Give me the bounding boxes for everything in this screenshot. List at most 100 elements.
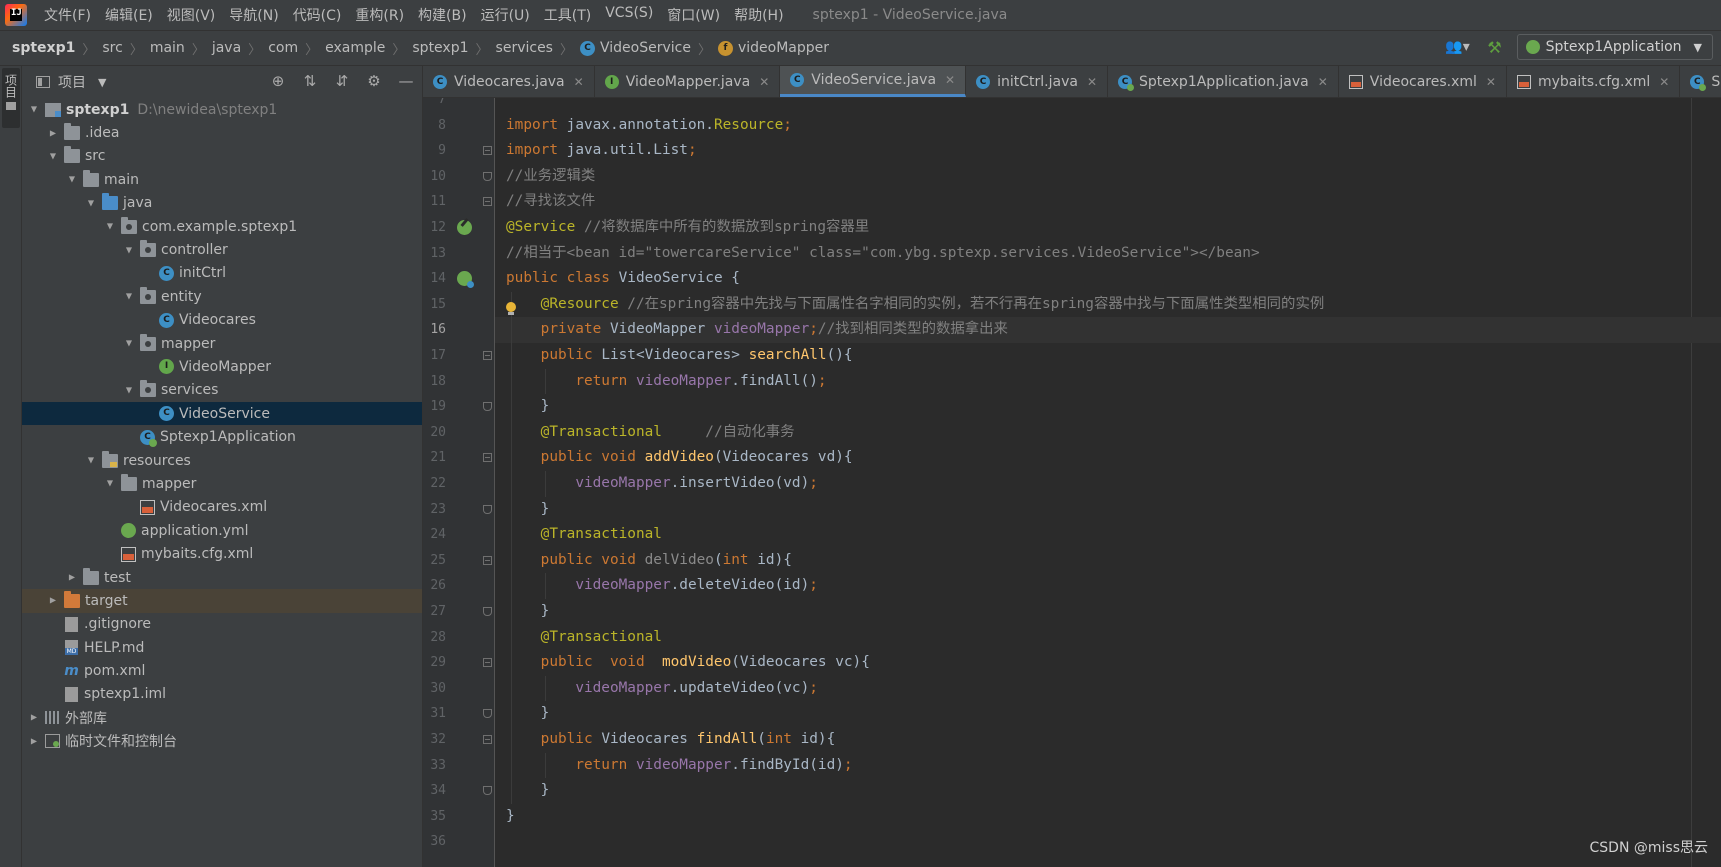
fold-marker-icon[interactable] [483,504,492,514]
menu-item[interactable]: 窗口(W) [660,5,727,25]
code-line[interactable] [495,98,1721,113]
menu-item[interactable]: 视图(V) [160,5,223,25]
spring-class-gutter-icon[interactable] [457,271,474,289]
code-line[interactable]: videoMapper.deleteVideo(id); [495,573,1721,599]
chevron-right-icon[interactable]: ▶ [28,737,41,746]
code-line[interactable]: public void modVideo(Videocares vc){ [495,650,1721,676]
tree-item[interactable]: ▼ entity [22,285,422,308]
code-line[interactable]: //相当于<bean id="towercareService" class="… [495,241,1721,267]
code-line[interactable]: videoMapper.insertVideo(vd); [495,471,1721,497]
tree-item[interactable]: mybaits.cfg.xml [22,542,422,565]
code-line[interactable]: } [495,599,1721,625]
menu-item[interactable]: 重构(R) [348,5,411,25]
breadcrumb-item[interactable]: services [496,40,553,56]
close-icon[interactable]: ✕ [1486,75,1496,89]
breadcrumb-item[interactable]: example [325,40,385,56]
tree-item[interactable]: Videocares [22,309,422,332]
breadcrumb-item[interactable]: java [212,40,241,56]
chevron-down-icon[interactable]: ▼ [98,76,106,89]
tree-item[interactable]: initCtrl [22,262,422,285]
close-icon[interactable]: ✕ [759,75,769,89]
code-line[interactable]: } [495,497,1721,523]
menu-item[interactable]: 文件(F) [37,5,98,25]
code-line[interactable]: private VideoMapper videoMapper;//找到相同类型… [495,317,1721,343]
editor-tab[interactable]: Videocares.java ✕ [423,66,595,97]
menu-item[interactable]: 帮助(H) [727,5,790,25]
user-account-icon[interactable]: 👥▾ [1443,34,1473,60]
code-line[interactable]: return videoMapper.findAll(); [495,369,1721,395]
fold-marker-icon[interactable] [483,735,492,744]
lightbulb-icon[interactable] [505,302,517,316]
chevron-right-icon[interactable]: ▶ [47,596,60,605]
menu-item[interactable]: VCS(S) [598,5,660,25]
chevron-down-icon[interactable]: ▼ [104,480,117,489]
code-area[interactable]: import javax.annotation.Resource; import … [495,98,1721,867]
chevron-down-icon[interactable]: ▼ [66,175,79,184]
chevron-down-icon[interactable]: ▼ [85,456,98,465]
menu-item[interactable]: 运行(U) [474,5,537,25]
tree-item[interactable]: Videocares.xml [22,496,422,519]
breadcrumb-item[interactable]: sptexp1 [412,40,468,56]
chevron-down-icon[interactable]: ▼ [123,386,136,395]
editor-tab[interactable]: Sptexp1Application.java ✕ [1108,66,1339,97]
code-line[interactable]: //寻找该文件 [495,189,1721,215]
editor-tab[interactable]: initCtrl.java ✕ [966,66,1109,97]
breadcrumb-item[interactable]: src [102,40,122,56]
editor-tab[interactable]: Sptexp1Ap [1680,66,1721,97]
chevron-right-icon[interactable]: ▶ [47,129,60,138]
chevron-down-icon[interactable]: ▼ [85,199,98,208]
code-line[interactable]: @Resource //在spring容器中先找与下面属性名字相同的实例，若不行… [495,292,1721,318]
editor-tab[interactable]: mybaits.cfg.xml ✕ [1507,66,1681,97]
close-icon[interactable]: ✕ [945,73,955,87]
tree-item[interactable]: HELP.md [22,636,422,659]
tree-item[interactable]: m pom.xml [22,659,422,682]
code-line[interactable]: //业务逻辑类 [495,164,1721,190]
code-line[interactable]: public Videocares findAll(int id){ [495,727,1721,753]
close-icon[interactable]: ✕ [1087,75,1097,89]
fold-marker-icon[interactable] [483,607,492,616]
code-line[interactable]: public void addVideo(Videocares vd){ [495,445,1721,471]
close-icon[interactable]: ✕ [1659,75,1669,89]
fold-marker-icon[interactable] [483,197,492,207]
tree-item[interactable]: ▶ 外部库 [22,706,422,729]
chevron-down-icon[interactable]: ▼ [28,105,41,114]
code-line[interactable]: } [495,778,1721,804]
code-line[interactable]: public void delVideo(int id){ [495,548,1721,574]
menu-item[interactable]: 编辑(E) [98,5,160,25]
fold-marker-icon[interactable] [483,146,492,156]
spring-bean-icon[interactable] [457,220,472,235]
menu-item[interactable]: 工具(T) [537,5,598,25]
gear-icon[interactable]: ⚙ [364,72,384,90]
tree-item[interactable]: VideoMapper [22,355,422,378]
fold-marker-icon[interactable] [483,555,492,565]
chevron-right-icon[interactable]: ▶ [66,573,79,582]
tree-item[interactable]: ▼ main [22,168,422,191]
run-configuration-selector[interactable]: Sptexp1Application ▼ [1516,34,1713,60]
tree-item[interactable]: ▼ resources [22,449,422,472]
code-line[interactable]: return videoMapper.findById(id); [495,753,1721,779]
code-editor[interactable]: 7 8 9 10 11 12 13 14 15 16 17 18 19 20 21 22 23 24 25 26 27 2… [423,98,1721,867]
code-line[interactable]: } [495,394,1721,420]
expand-all-icon[interactable]: ⇅ [300,72,320,90]
code-line[interactable] [495,829,1721,855]
breadcrumb-item[interactable]: sptexp1 [12,40,75,56]
chevron-down-icon[interactable]: ▼ [47,152,60,161]
code-line[interactable]: @Transactional [495,522,1721,548]
code-line[interactable]: } [495,804,1721,830]
editor-tab[interactable]: VideoService.java ✕ [780,66,967,97]
chevron-down-icon[interactable]: ▼ [123,339,136,348]
fold-marker-icon[interactable] [483,351,492,360]
minimize-icon[interactable]: — [396,72,416,90]
tree-item[interactable]: ▶ .idea [22,121,422,144]
code-line[interactable]: @Transactional //自动化事务 [495,420,1721,446]
fold-marker-icon[interactable] [483,709,492,719]
fold-marker-icon[interactable] [483,453,492,463]
tree-item[interactable]: Sptexp1Application [22,425,422,448]
build-hammer-icon[interactable]: ⚒ [1483,34,1507,60]
fold-marker-icon[interactable] [483,402,492,412]
close-icon[interactable]: ✕ [1318,75,1328,89]
tree-item[interactable]: sptexp1.iml [22,683,422,706]
intellij-logo-icon[interactable]: IJ [5,4,27,26]
tree-item[interactable]: ▼ services [22,379,422,402]
chevron-right-icon[interactable]: ▶ [28,713,41,722]
